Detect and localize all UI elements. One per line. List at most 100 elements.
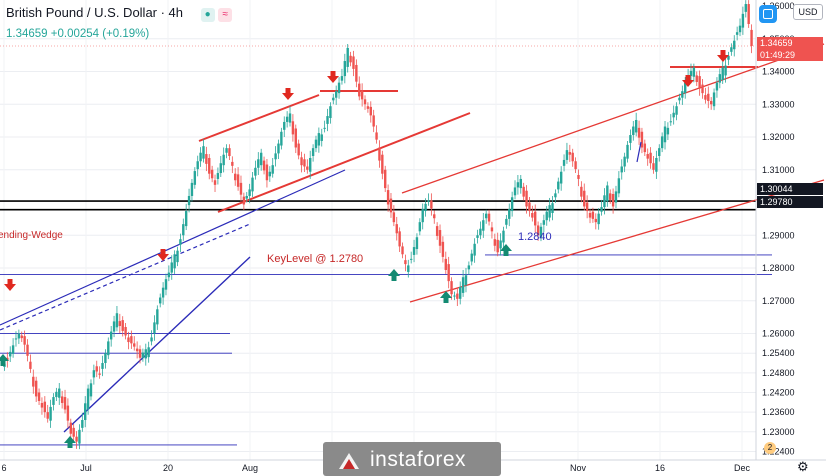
candle-body — [623, 156, 626, 167]
candle-body — [591, 211, 595, 219]
candle-body — [135, 348, 139, 352]
candle-body — [692, 67, 696, 77]
notification-badge[interactable]: 2 — [760, 439, 780, 455]
candle-body — [568, 152, 572, 155]
candle-body — [476, 235, 479, 238]
candle-body — [381, 154, 384, 174]
candle-body — [285, 116, 289, 122]
candle-body — [323, 127, 326, 129]
gear-icon[interactable]: ⚙ — [797, 459, 809, 475]
candle-body — [202, 146, 205, 159]
candle-body — [164, 279, 168, 290]
candle-body — [317, 133, 321, 146]
candle-body — [300, 157, 303, 166]
candle-body — [617, 178, 621, 194]
candle-body — [187, 195, 191, 206]
candle-body — [375, 132, 378, 140]
candle-body — [115, 313, 119, 328]
candle-body — [288, 113, 292, 123]
candle-body — [23, 336, 26, 345]
candle-body — [11, 345, 15, 354]
dot-icon[interactable]: ● — [200, 8, 215, 23]
candle-body — [401, 246, 404, 255]
y-tick-label: 1.33000 — [762, 99, 795, 109]
candle-body — [184, 211, 188, 227]
candle-body — [744, 4, 747, 12]
candle-body — [265, 164, 269, 181]
candle-body — [464, 275, 468, 286]
candle-body — [107, 341, 110, 356]
buy-arrow-icon — [64, 436, 76, 448]
candle-body — [259, 152, 263, 166]
price-chart[interactable]: 1.350001.340001.330001.320001.310001.290… — [0, 0, 826, 476]
y-tick-label: 1.24800 — [762, 368, 795, 378]
candle-body — [712, 92, 716, 107]
candle-body — [225, 148, 228, 153]
candle-body — [629, 135, 632, 143]
candle-body — [741, 13, 745, 28]
candle-body — [470, 253, 473, 262]
candle-body — [709, 100, 713, 105]
candle-body — [176, 250, 179, 263]
candle-body — [528, 202, 531, 212]
red-channel-upper-2 — [401, 43, 825, 194]
toolbar-toggles[interactable]: ● ≈ — [200, 5, 233, 23]
candle-body — [84, 403, 87, 421]
candle-body — [681, 91, 684, 98]
current-price-tag: 1.34659 — [757, 37, 823, 49]
candle-body — [101, 363, 104, 369]
candle-body — [182, 224, 185, 236]
candle-body — [262, 160, 266, 171]
candle-body — [433, 214, 436, 219]
candle-body — [95, 366, 98, 372]
candle-body — [205, 154, 208, 164]
candle-body — [427, 200, 430, 202]
candle-body — [337, 82, 341, 94]
candle-body — [534, 211, 537, 226]
candle-body — [334, 91, 338, 98]
candle-body — [571, 152, 574, 162]
candle-body — [456, 293, 459, 299]
candle-body — [66, 405, 70, 421]
candle-body — [138, 349, 142, 358]
candle-body — [695, 75, 698, 82]
chart-header: British Pound / U.S. Dollar · 4h ● ≈ 1.3… — [6, 5, 233, 40]
candle-body — [147, 347, 150, 358]
candle-body — [461, 277, 465, 293]
candle-body — [574, 161, 577, 170]
candle-body — [29, 361, 32, 369]
candle-body — [522, 186, 525, 197]
candle-body — [358, 83, 361, 97]
candle-body — [216, 173, 220, 179]
candle-body — [297, 143, 300, 156]
wave-icon[interactable]: ≈ — [218, 8, 233, 23]
candle-body — [369, 106, 372, 116]
candle-body — [672, 112, 675, 118]
candle-body — [620, 166, 623, 173]
sell-arrow-icon — [717, 50, 729, 62]
candle-body — [78, 429, 81, 444]
candle-body — [658, 148, 661, 157]
currency-button[interactable]: USD — [793, 4, 823, 20]
red-channel-upper-1 — [198, 94, 320, 142]
candle-body — [208, 157, 211, 174]
candle-body — [32, 376, 35, 387]
candle-body — [283, 121, 286, 130]
candle-body — [329, 106, 332, 119]
candle-body — [236, 174, 240, 187]
candle-body — [63, 397, 67, 410]
candle-body — [424, 203, 427, 212]
x-tick-label: 20 — [163, 463, 173, 473]
candle-body — [554, 193, 557, 198]
candle-body — [435, 226, 439, 236]
wedge-label: ending-Wedge — [0, 230, 63, 241]
price-axis[interactable]: 1.350001.340001.330001.320001.310001.290… — [755, 0, 795, 460]
candle-body — [219, 163, 222, 174]
candle-body — [309, 157, 312, 172]
x-tick-label: Jul — [80, 463, 92, 473]
navy-wedge-upper — [0, 169, 346, 326]
candle-body — [346, 47, 349, 67]
expand-icon[interactable] — [759, 5, 777, 23]
candle-body — [444, 258, 447, 270]
y-tick-label: 1.24200 — [762, 387, 795, 397]
